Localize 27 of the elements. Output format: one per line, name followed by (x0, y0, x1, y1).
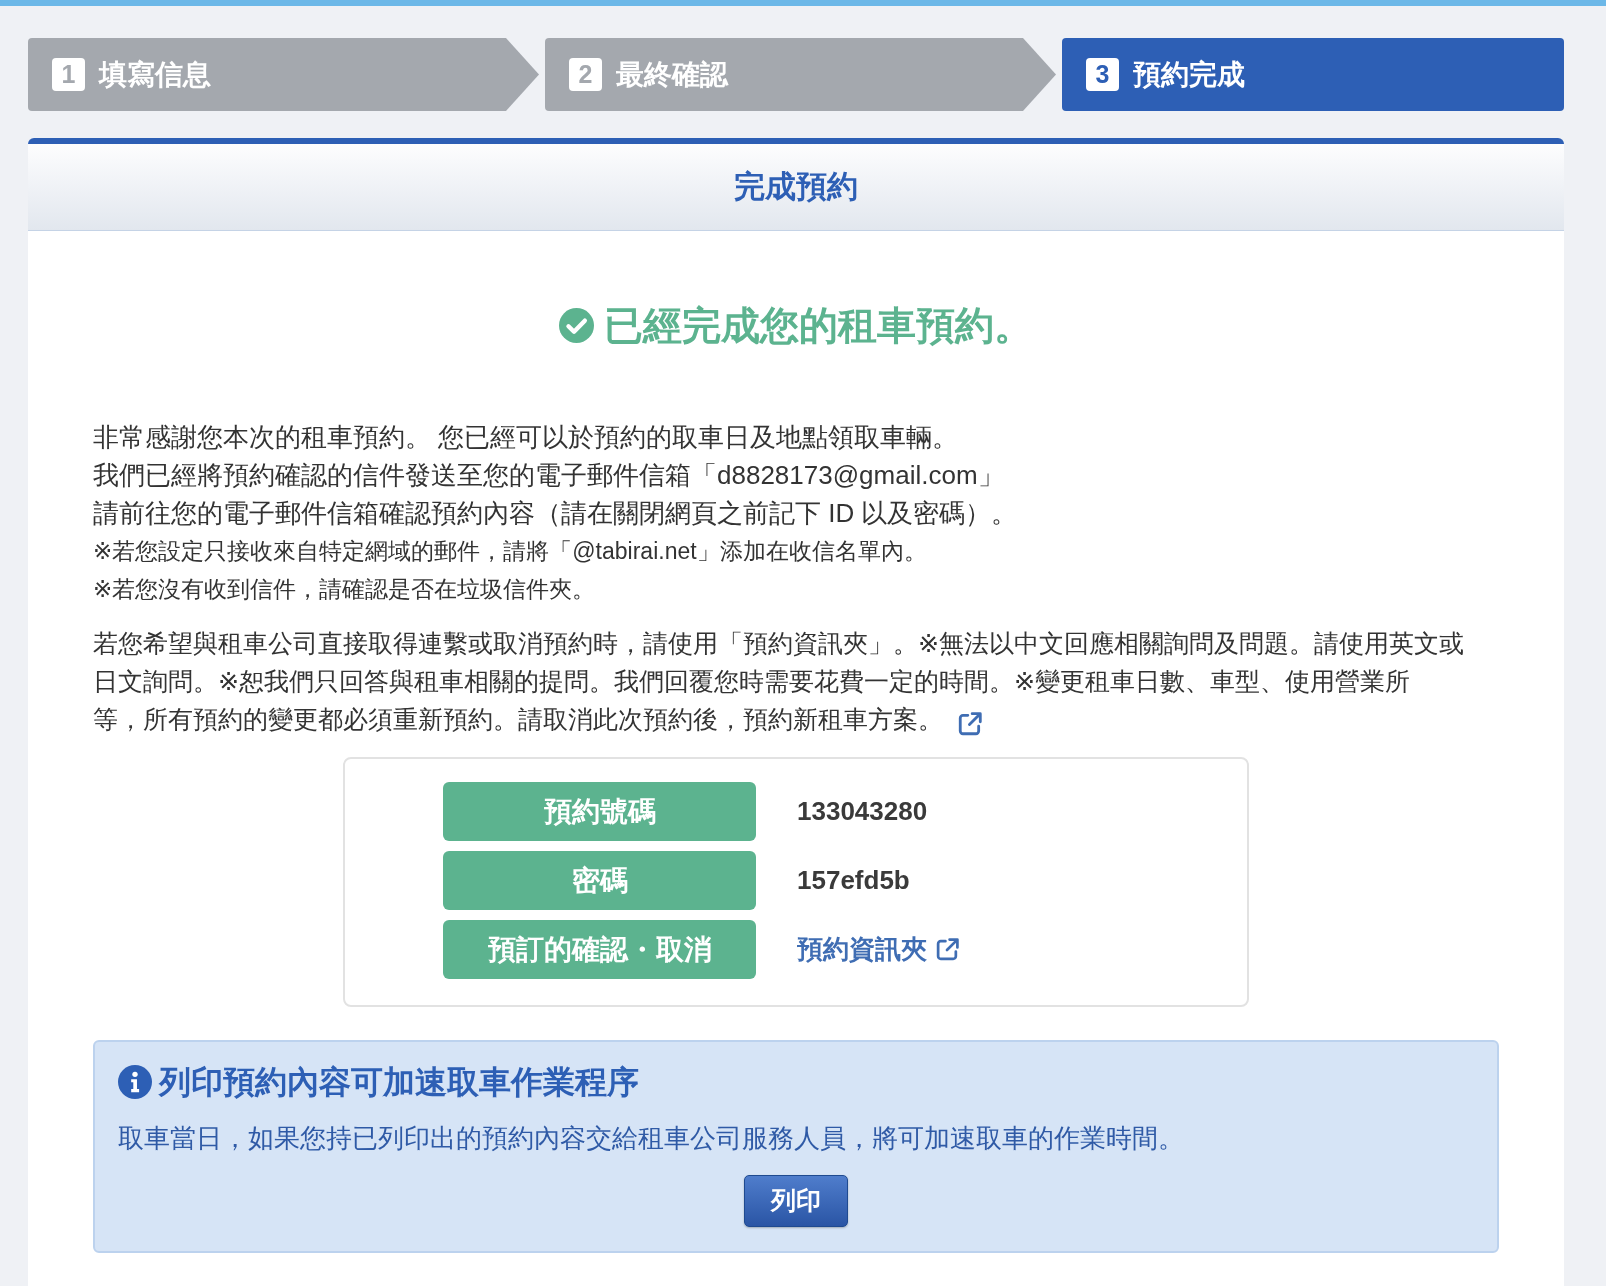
field-label: 預約號碼 (443, 782, 756, 841)
step-number: 1 (52, 58, 85, 91)
step-label: 填寫信息 (99, 57, 211, 92)
check-circle-icon (559, 308, 594, 343)
booking-folder-link[interactable]: 預約資訊夾 (797, 930, 960, 969)
confirmation-text: 請前往您的電子郵件信箱確認預約內容（請在關閉網頁之前記下 ID 以及密碼）。 (93, 497, 1019, 530)
field-value: 157efd5b (797, 864, 910, 897)
panel-title: 完成預約 (734, 167, 858, 206)
step-label: 最終確認 (616, 57, 728, 92)
success-message: 已經完成您的租車預約。 (604, 303, 1033, 349)
step-number: 2 (569, 58, 602, 91)
field-label: 預訂的確認・取消 (443, 920, 756, 979)
contact-paragraph: 若您希望與租車公司直接取得連繫或取消預約時，請使用「預約資訊夾」。※無法以中文回應相關詢問及問題。請使用英文或 日文詢問。※恕我們只回答與租車相關的提問。我們回覆您時需要花費一定的時間。※變更租車日數、車型、使用營業所 等，所有預約的變更都必須重新預約。請取消此次預約後，預約新租車方案。 (93, 624, 1499, 738)
info-text: 取車當日，如果您持已列印出的預約內容交給租車公司服務人員，將可加速取車的作業時間。 (118, 1122, 1185, 1155)
external-link-icon[interactable] (957, 711, 983, 738)
field-label: 密碼 (443, 851, 756, 910)
info-title: 列印預約內容可加速取車作業程序 (159, 1063, 639, 1102)
print-button[interactable]: 列印 (744, 1175, 848, 1227)
external-link-icon (935, 937, 960, 962)
confirmation-text: 我們已經將預約確認的信件發送至您的電子郵件信箱「d8828173@gmail.com」 (93, 459, 1005, 492)
step-number: 3 (1086, 58, 1119, 91)
note-text: ※若您設定只接收來自特定網域的郵件，請將「@tabirai.net」添加在收信名單內。 (93, 537, 928, 566)
field-value: 133043280 (797, 795, 928, 828)
note-text: ※若您沒有收到信件，請確認是否在垃圾信件夾。 (93, 575, 597, 604)
step-label: 預約完成 (1133, 57, 1245, 92)
confirmation-text: 非常感謝您本次的租車預約。 您已經可以於預約的取車日及地點領取車輛。 (93, 421, 960, 454)
info-icon (118, 1065, 152, 1099)
